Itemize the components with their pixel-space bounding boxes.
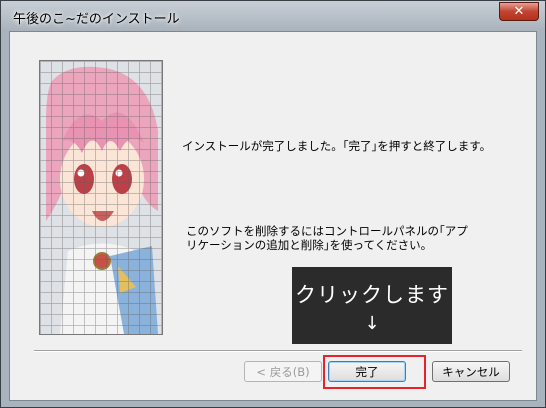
title-bar[interactable]: 午後のこ~だのインストール ✕: [1, 1, 545, 31]
cancel-button[interactable]: キャンセル: [432, 361, 510, 382]
back-button[interactable]: < 戻る(B): [244, 361, 322, 382]
dialog-body: インストールが完了しました。｢完了｣を押すと終了します。 このソフトを削除するに…: [9, 31, 537, 401]
close-icon: ✕: [513, 4, 525, 19]
close-button[interactable]: ✕: [499, 2, 539, 21]
click-here-overlay: クリックします ↓: [292, 267, 452, 344]
separator: [34, 350, 522, 352]
window-title: 午後のこ~だのインストール: [13, 12, 180, 27]
uninstall-message: このソフトを削除するにはコントロールパネルの｢アプリケーションの追加と削除｣を使…: [186, 224, 468, 252]
finish-button-highlight: [323, 355, 426, 389]
installer-window: 午後のこ~だのインストール ✕ インストールが完了しました。｢完了｣を押すと終了…: [0, 0, 546, 408]
completion-message: インストールが完了しました。｢完了｣を押すと終了します。: [182, 139, 492, 153]
down-arrow-icon: ↓: [364, 313, 380, 334]
overlay-text: クリックします: [295, 283, 449, 307]
anime-girl-illustration: [39, 60, 163, 335]
